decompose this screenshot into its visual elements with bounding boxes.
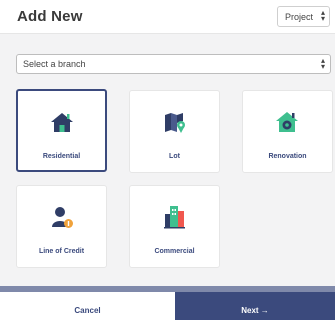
footer: Cancel Next → <box>0 286 335 320</box>
tile-label: Renovation <box>268 153 307 160</box>
branch-select[interactable]: Select a branch ▴ ▾ <box>16 54 331 74</box>
type-select[interactable]: Project ▴ ▾ <box>277 6 330 27</box>
person-coin-icon <box>51 207 73 228</box>
tile-label: Lot <box>169 153 180 160</box>
next-button[interactable]: Next → <box>175 292 335 320</box>
map-pin-icon <box>164 113 185 133</box>
type-select-value: Project <box>285 12 314 22</box>
tile-renovation[interactable]: Renovation <box>242 90 333 173</box>
page-title: Add New <box>17 8 83 25</box>
tile-commercial[interactable]: Commercial <box>129 185 220 268</box>
branch-select-value: Select a branch <box>23 59 86 69</box>
tile-lot[interactable]: Lot <box>129 90 220 173</box>
tile-line-of-credit[interactable]: Line of Credit <box>16 185 107 268</box>
tile-label: Line of Credit <box>38 248 85 255</box>
header: Add New Project ▴ ▾ <box>0 0 335 33</box>
select-arrows-icon: ▴ ▾ <box>320 56 325 71</box>
house-icon <box>50 113 73 132</box>
tile-label: Residential <box>42 153 81 160</box>
tile-residential[interactable]: Residential <box>16 89 107 172</box>
select-arrows-icon: ▴ ▾ <box>320 8 325 23</box>
cancel-button[interactable]: Cancel <box>0 292 175 320</box>
house-gear-icon <box>275 112 298 132</box>
tile-label: Commercial <box>154 248 195 255</box>
building-icon <box>163 206 185 229</box>
